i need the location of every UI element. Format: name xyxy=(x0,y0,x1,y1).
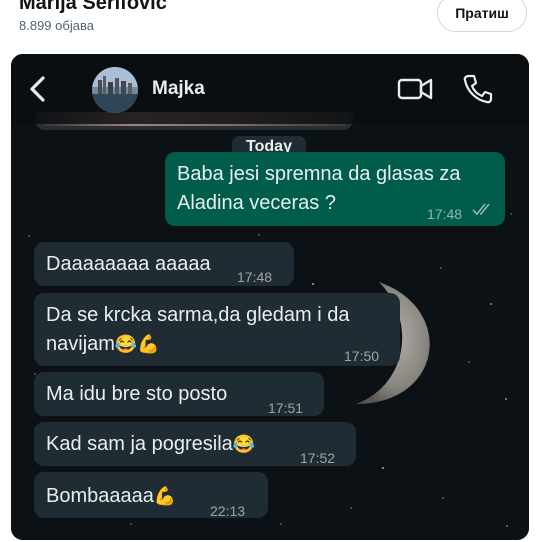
avatar[interactable] xyxy=(92,67,138,113)
message-text: Ma idu bre sto posto xyxy=(46,383,228,405)
incoming-message[interactable]: Da se krcka sarma,da gledam i da navijam… xyxy=(34,293,400,366)
incoming-message[interactable]: Kad sam ja pogresila😂 17:52 xyxy=(34,422,356,466)
message-text-body: Kad sam ja pogresila xyxy=(46,433,233,455)
message-time: 17:50 xyxy=(344,348,380,364)
phone-icon[interactable] xyxy=(461,72,495,106)
avatar-image xyxy=(92,67,138,113)
laughing-flexed-arm-emoji: 😂💪 xyxy=(114,334,160,354)
follow-button[interactable]: Пратиш xyxy=(437,0,527,32)
message-time: 17:48 xyxy=(427,206,463,222)
chevron-left-icon[interactable] xyxy=(21,72,55,106)
message-text-line: navijam😂💪 xyxy=(46,330,160,359)
flexed-arm-emoji: 💪 xyxy=(153,486,177,506)
laughing-emoji: 😂 xyxy=(232,434,256,454)
contact-name[interactable]: Majka xyxy=(152,78,205,100)
message-text: Bombaaaaa💪 xyxy=(46,482,176,511)
chat-header: Majka xyxy=(11,54,529,124)
message-text-line: Aladina veceras ? xyxy=(177,192,336,214)
message-time: 17:52 xyxy=(300,450,336,466)
incoming-message[interactable]: Bombaaaaa💪 22:13 xyxy=(34,472,268,519)
incoming-message[interactable]: Daaaaaaaa aaaaa 17:48 xyxy=(34,242,294,286)
video-camera-icon[interactable] xyxy=(397,74,433,104)
incoming-message[interactable]: Ma idu bre sto posto 17:51 xyxy=(34,372,324,416)
post-count: 8.899 објава xyxy=(19,18,94,33)
message-text: navijam xyxy=(46,333,115,355)
message-time: 17:48 xyxy=(237,269,273,285)
message-text-line: Baba jesi spremna da glasas za xyxy=(177,163,461,185)
outgoing-message[interactable]: Baba jesi spremna da glasas za Aladina v… xyxy=(165,152,505,226)
message-time: 17:51 xyxy=(268,400,304,416)
post-author-name[interactable]: Marija Serifović xyxy=(19,0,167,15)
double-check-icon xyxy=(472,203,490,216)
message-time: 22:13 xyxy=(210,503,246,519)
message-text-body: Bombaaaaa xyxy=(46,485,154,507)
message-text: Kad sam ja pogresila😂 xyxy=(46,430,255,459)
message-text-line: Da se krcka sarma,da gledam i da xyxy=(46,304,350,326)
message-text: Daaaaaaaa aaaaa xyxy=(46,253,211,275)
chat-screenshot: Majka Today Baba jesi spremna da glasas … xyxy=(11,54,529,540)
